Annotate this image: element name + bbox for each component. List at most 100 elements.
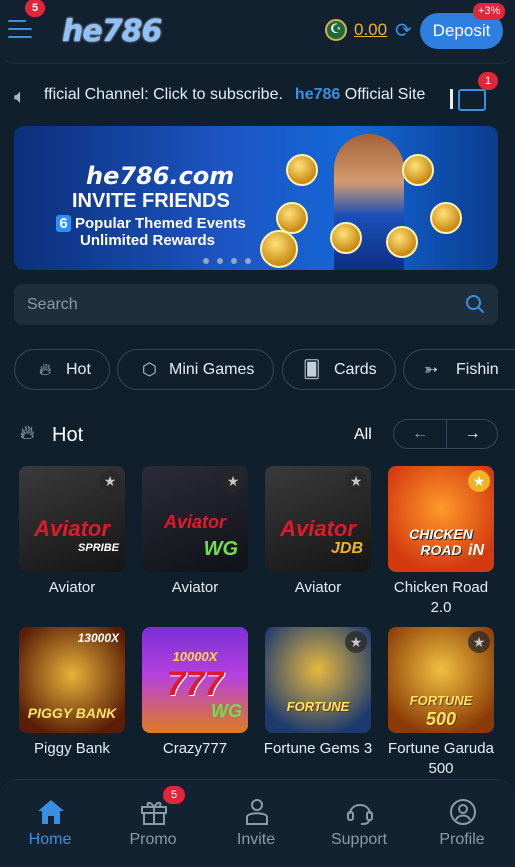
search-input[interactable] — [27, 284, 457, 325]
speaker-icon: 🔈︎ — [14, 86, 26, 108]
nav-label: Home — [28, 831, 72, 848]
nav-label: Support — [330, 831, 388, 848]
nav-invite[interactable]: Invite — [206, 780, 306, 867]
nav-profile[interactable]: Profile — [412, 780, 512, 867]
provider-label: WG — [203, 538, 238, 560]
nav-label: Promo — [129, 831, 177, 848]
flame-icon: 🔥︎ — [39, 360, 52, 379]
logo[interactable]: he786 — [62, 14, 162, 49]
multiplier-tag: 10000X — [172, 649, 218, 664]
game-coin-icon — [286, 154, 318, 186]
thumbnail-title: FORTUNE — [286, 699, 350, 714]
game-coin-icon — [430, 202, 462, 234]
game-name: Aviator — [294, 579, 342, 596]
banner-line-1-text: Popular Themed Events — [75, 215, 246, 232]
category-label: Mini Games — [169, 361, 255, 378]
next-arrow-button[interactable]: → — [447, 420, 498, 448]
nav-label: Invite — [236, 831, 276, 848]
fish-icon: ➳ — [424, 360, 439, 379]
category-label: Hot — [66, 361, 91, 378]
favorite-star-icon[interactable]: ★ — [345, 631, 367, 653]
pagination-dot[interactable] — [203, 258, 209, 264]
home-icon — [38, 800, 64, 824]
thumbnail-title: Aviator — [163, 512, 226, 532]
category-fishing[interactable]: ➳ Fishin — [403, 349, 515, 390]
section-pager: ← → — [393, 419, 498, 449]
menu-badge: 5 — [25, 0, 45, 17]
game-name: Crazy777 — [162, 740, 228, 757]
provider-label: WG — [211, 701, 242, 721]
thumbnail-title: Aviator — [280, 516, 356, 541]
category-label: Fishin — [456, 361, 499, 378]
thumbnail-subtitle: 500 — [425, 709, 457, 729]
cube-icon: ⬡ — [142, 360, 157, 379]
announcement-text: fficial Channel: Click to subscribe. — [44, 86, 283, 103]
site-brand: he786 — [294, 86, 341, 103]
search-bar — [14, 284, 498, 325]
game-name: Fortune Gems 3 — [263, 740, 373, 757]
menu-icon — [8, 20, 26, 22]
site-text: Official Site — [344, 86, 426, 103]
announcement-marquee[interactable]: fficial Channel: Click to subscribe. he78… — [44, 86, 444, 104]
pagination-dot[interactable] — [231, 258, 237, 264]
deposit-bonus-badge: +3% — [473, 3, 506, 20]
game-coin-icon — [402, 154, 434, 186]
favorite-star-icon[interactable]: ★ — [468, 470, 490, 492]
thumbnail-title: FORTUNE — [409, 693, 473, 708]
favorite-star-icon[interactable]: ★ — [345, 470, 367, 492]
hot-flame-icon: 🔥︎ — [20, 422, 35, 444]
invite-icon — [246, 799, 268, 825]
view-all-link[interactable]: All — [354, 426, 372, 444]
favorite-star-icon[interactable]: ★ — [222, 470, 244, 492]
promo-banner[interactable]: he786.com INVITE FRIENDS 6 Popular Themed… — [14, 126, 498, 270]
mail-icon — [458, 89, 486, 111]
prev-arrow-button[interactable]: ← — [394, 420, 446, 448]
menu-button[interactable] — [8, 14, 34, 42]
game-thumbnail: Aviator WG ★ — [142, 466, 248, 572]
pagination-dot[interactable] — [245, 258, 251, 264]
pagination-dot[interactable] — [217, 258, 223, 264]
game-thumbnail: FORTUNE ★ — [265, 627, 371, 733]
category-hot[interactable]: 🔥︎ Hot — [14, 349, 110, 390]
nav-home[interactable]: Home — [0, 780, 100, 867]
promo-badge: 5 — [163, 786, 185, 804]
menu-icon-bar — [8, 36, 32, 38]
bottom-navigation: Home Promo Invite Support Profile — [0, 779, 515, 867]
nav-label: Profile — [439, 831, 485, 848]
refresh-icon[interactable]: ⟳ — [395, 18, 412, 43]
game-name: Aviator — [48, 579, 96, 596]
banner-title: INVITE FRIENDS — [72, 190, 230, 212]
game-name: Fortune Garuda 500 — [388, 740, 494, 777]
category-mini-games[interactable]: ⬡ Mini Games — [117, 349, 274, 390]
banner-number: 6 — [56, 215, 71, 232]
category-cards[interactable]: 🂠 Cards — [282, 349, 396, 390]
banner-line-1: 6 Popular Themed Events — [56, 215, 246, 232]
headset-icon — [347, 804, 373, 825]
nav-support[interactable]: Support — [309, 780, 409, 867]
game-coin-icon — [386, 226, 418, 258]
thumbnail-title: 777 — [166, 665, 224, 703]
profile-icon — [450, 799, 476, 825]
mail-divider — [450, 89, 453, 109]
menu-icon-bar — [8, 28, 32, 30]
thumbnail-title: Aviator — [34, 516, 110, 541]
nav-promo[interactable]: Promo — [103, 780, 203, 867]
section-title: Hot — [52, 424, 84, 446]
favorite-star-icon[interactable]: ★ — [99, 470, 121, 492]
game-coin-icon — [330, 222, 362, 254]
game-thumbnail: CHICKEN ROAD iN ★ — [388, 466, 494, 572]
balance-amount[interactable]: 0.00 — [354, 20, 387, 40]
game-coin-icon — [260, 230, 298, 268]
search-icon[interactable] — [464, 293, 486, 315]
game-thumbnail: Aviator SPRIBE ★ — [19, 466, 125, 572]
multiplier-tag: 13000X — [77, 631, 119, 645]
category-label: Cards — [334, 361, 377, 378]
banner-logo: he786.com — [86, 162, 235, 190]
game-name: Chicken Road 2.0 — [393, 579, 489, 616]
game-thumbnail: 13000X PIGGY BANK — [19, 627, 125, 733]
game-thumbnail: 10000X 777 WG — [142, 627, 248, 733]
mail-badge: 1 — [478, 72, 498, 90]
favorite-star-icon[interactable]: ★ — [468, 631, 490, 653]
game-thumbnail: Aviator JDB ★ — [265, 466, 371, 572]
banner-line-2: Unlimited Rewards — [80, 232, 216, 249]
